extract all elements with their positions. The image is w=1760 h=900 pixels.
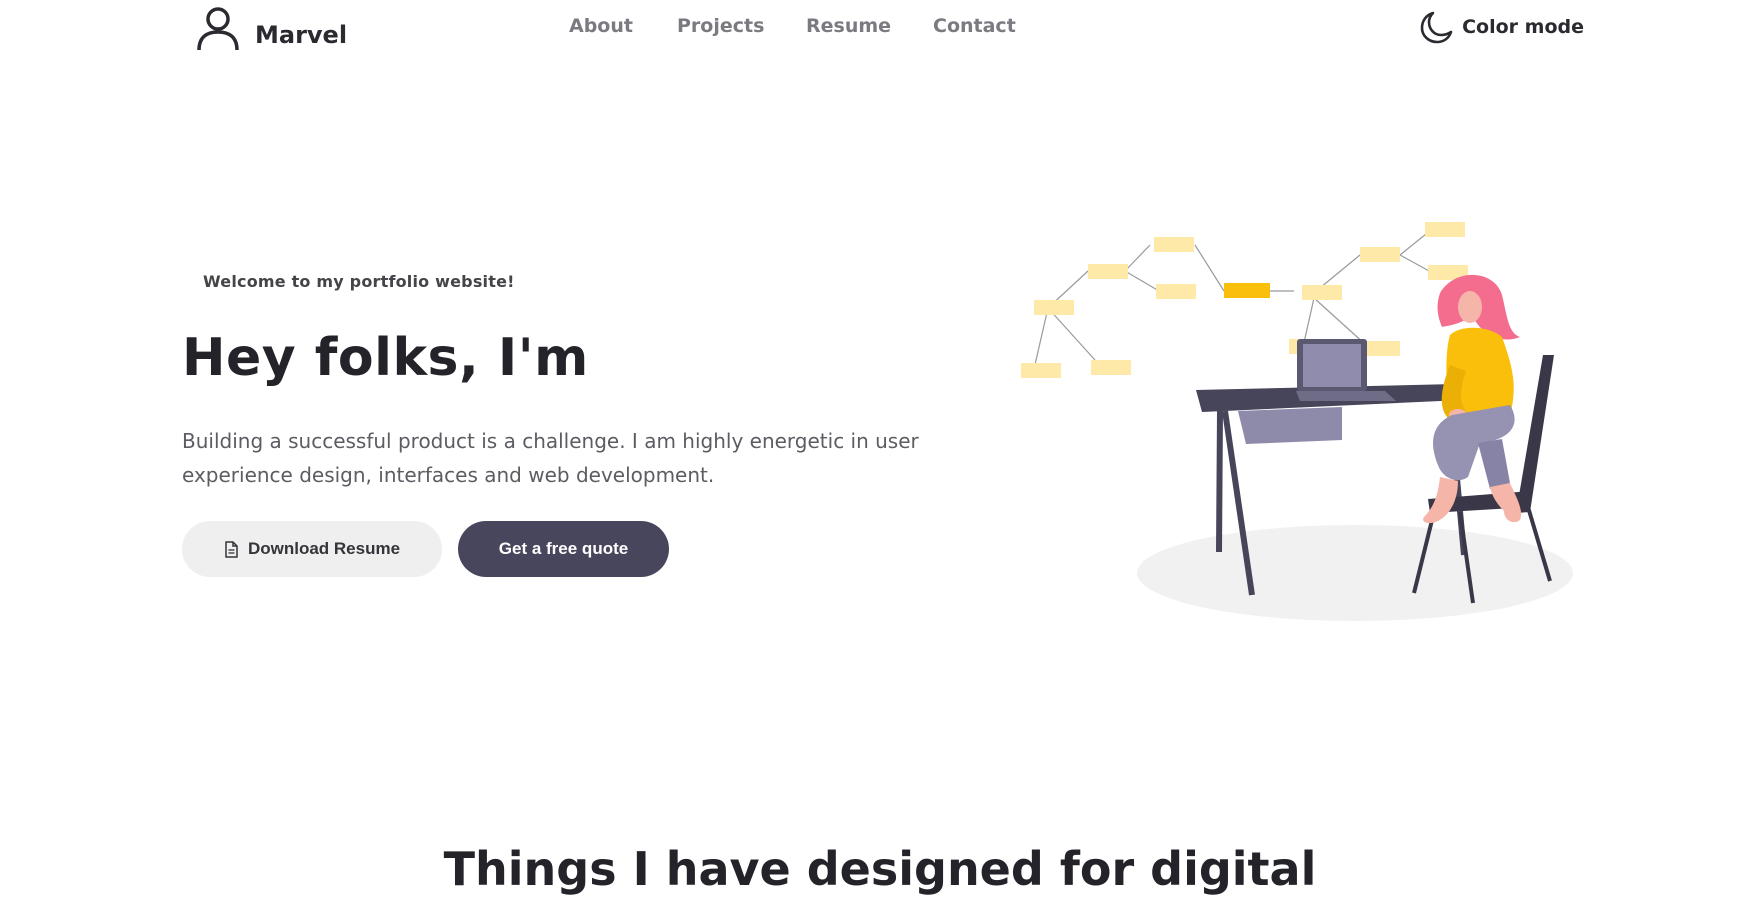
download-resume-button[interactable]: Download Resume	[182, 521, 442, 577]
highlighted-note	[1224, 283, 1270, 298]
free-quote-button[interactable]: Get a free quote	[458, 521, 669, 577]
note	[1034, 300, 1074, 315]
nav-link-projects[interactable]: Projects	[677, 15, 764, 37]
nav-link-contact[interactable]: Contact	[933, 15, 1016, 37]
document-icon	[225, 540, 238, 558]
note	[1154, 237, 1194, 252]
note	[1360, 247, 1400, 262]
note	[1425, 222, 1465, 237]
welcome-text: Welcome to my portfolio website!	[203, 272, 515, 291]
note	[1088, 264, 1128, 279]
moon-icon	[1420, 11, 1453, 44]
note	[1156, 284, 1196, 299]
color-mode-toggle[interactable]: Color mode	[1420, 10, 1584, 44]
section-title: Things I have designed for digital	[443, 842, 1317, 896]
color-mode-label: Color mode	[1462, 16, 1584, 38]
download-resume-label: Download Resume	[247, 539, 401, 558]
mind-map-notes	[1021, 222, 1468, 378]
nav-link-resume[interactable]: Resume	[806, 15, 891, 37]
note	[1302, 285, 1342, 300]
hero-title: Hey folks, I'm	[182, 328, 589, 388]
nav-link-about[interactable]: About	[569, 15, 633, 37]
woman-at-desk-illustration	[1021, 222, 1573, 621]
note	[1021, 363, 1061, 378]
site-header: Marvel About Projects Resume Contact Col…	[0, 0, 1760, 60]
free-quote-label: Get a free quote	[498, 539, 629, 558]
hero-description: Building a successful product is a chall…	[182, 429, 919, 487]
note	[1091, 360, 1131, 375]
